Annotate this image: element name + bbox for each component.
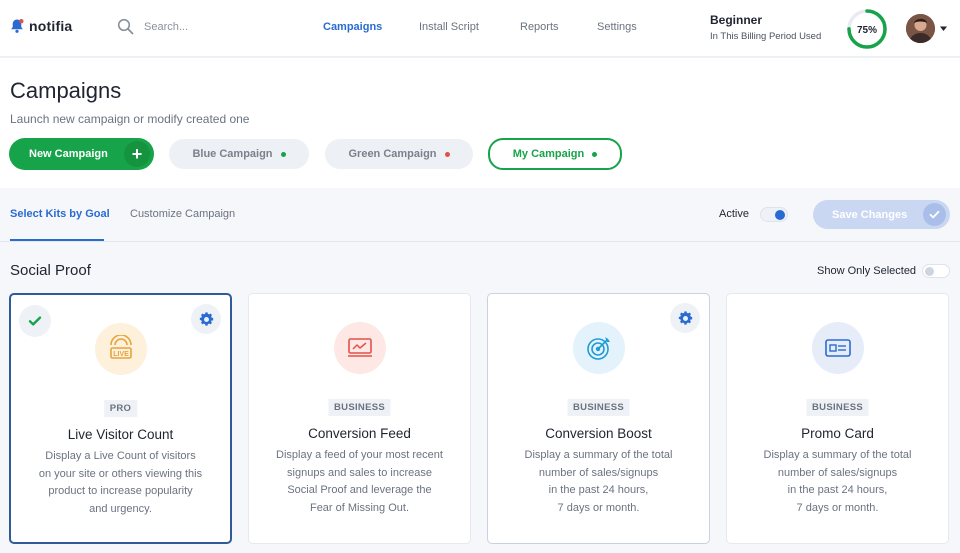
page-title: Campaigns: [10, 78, 122, 103]
campaign-pill-green[interactable]: Green Campaign: [325, 139, 473, 169]
chevron-down-icon[interactable]: [939, 24, 948, 33]
app-name: notifia: [29, 18, 73, 34]
card-title: Conversion Feed: [308, 426, 411, 441]
usage-percent: 75%: [857, 25, 877, 36]
chart-screen-icon: [333, 322, 386, 374]
check-icon: [923, 203, 946, 226]
active-toggle[interactable]: [760, 207, 788, 222]
save-changes-button[interactable]: Save Changes: [813, 200, 950, 229]
campaign-label: My Campaign: [512, 148, 585, 160]
target-icon: [572, 322, 625, 374]
campaign-label: Green Campaign: [348, 148, 437, 160]
tier-badge: BUSINESS: [806, 399, 869, 416]
active-label: Active: [719, 208, 749, 220]
toggle-knob: [925, 267, 934, 276]
new-campaign-button[interactable]: New Campaign +: [9, 138, 154, 170]
live-badge-icon: LIVE: [94, 323, 147, 375]
show-only-selected-label: Show Only Selected: [817, 265, 917, 277]
card-title: Live Visitor Count: [67, 427, 174, 442]
selected-check-icon[interactable]: [19, 305, 51, 337]
gear-icon[interactable]: [670, 303, 700, 333]
kit-card-live-visitor-count[interactable]: LIVE PRO Live Visitor Count Display a Li…: [9, 293, 232, 544]
tier-badge: BUSINESS: [567, 399, 630, 416]
active-tab-indicator: [10, 239, 104, 241]
tier-badge: BUSINESS: [328, 399, 391, 416]
top-header: notifia Campaigns Install Script Reports…: [0, 0, 960, 57]
nav-install-script[interactable]: Install Script: [419, 21, 479, 33]
tier-badge: PRO: [103, 400, 138, 417]
search-box: [117, 18, 264, 35]
status-dot: [592, 151, 598, 157]
toggle-knob: [775, 210, 785, 220]
section-title: Social Proof: [10, 262, 91, 279]
logo[interactable]: notifia: [9, 18, 72, 34]
gear-icon[interactable]: [191, 304, 221, 334]
campaigns-header: Campaigns Launch new campaign or modify …: [0, 58, 960, 188]
nav-settings[interactable]: Settings: [597, 21, 637, 33]
new-campaign-label: New Campaign: [29, 148, 108, 160]
search-input[interactable]: [144, 20, 264, 33]
plan-info: Beginner In This Billing Period Used: [710, 13, 821, 42]
plan-subtitle: In This Billing Period Used: [710, 31, 822, 42]
campaign-pill-blue[interactable]: Blue Campaign: [169, 139, 309, 169]
campaign-pill-my[interactable]: My Campaign: [488, 138, 622, 170]
status-dot: [444, 151, 450, 157]
tab-select-kits[interactable]: Select Kits by Goal: [10, 208, 110, 220]
show-only-selected-toggle[interactable]: [922, 264, 950, 278]
search-icon[interactable]: [117, 18, 134, 35]
card-title: Promo Card: [801, 426, 874, 441]
bell-logo-icon: [11, 19, 24, 33]
page-subtitle: Launch new campaign or modify created on…: [10, 112, 250, 126]
nav-reports[interactable]: Reports: [520, 21, 559, 33]
plan-name: Beginner: [710, 13, 763, 27]
save-changes-label: Save Changes: [832, 208, 908, 221]
kit-card-promo-card[interactable]: BUSINESS Promo Card Display a summary of…: [726, 293, 949, 544]
tab-customize-campaign[interactable]: Customize Campaign: [130, 208, 235, 220]
kit-card-conversion-boost[interactable]: BUSINESS Conversion Boost Display a summ…: [487, 293, 710, 544]
nav-campaigns[interactable]: Campaigns: [323, 21, 382, 33]
user-menu[interactable]: [906, 14, 948, 43]
card-description: Display a summary of the total number of…: [524, 449, 673, 514]
card-icon: [811, 322, 864, 374]
campaign-label: Blue Campaign: [192, 148, 273, 160]
usage-progress-ring: 75%: [847, 9, 887, 49]
card-description: Display a feed of your most recent signu…: [276, 449, 443, 514]
card-description: Display a summary of the total number of…: [763, 449, 912, 514]
kit-card-conversion-feed[interactable]: BUSINESS Conversion Feed Display a feed …: [248, 293, 471, 544]
status-dot: [280, 151, 286, 157]
card-description: Display a Live Count of visitors on your…: [38, 450, 203, 515]
avatar[interactable]: [906, 14, 935, 43]
plus-icon: +: [124, 141, 150, 167]
svg-text:LIVE: LIVE: [113, 351, 129, 358]
card-title: Conversion Boost: [545, 426, 652, 441]
